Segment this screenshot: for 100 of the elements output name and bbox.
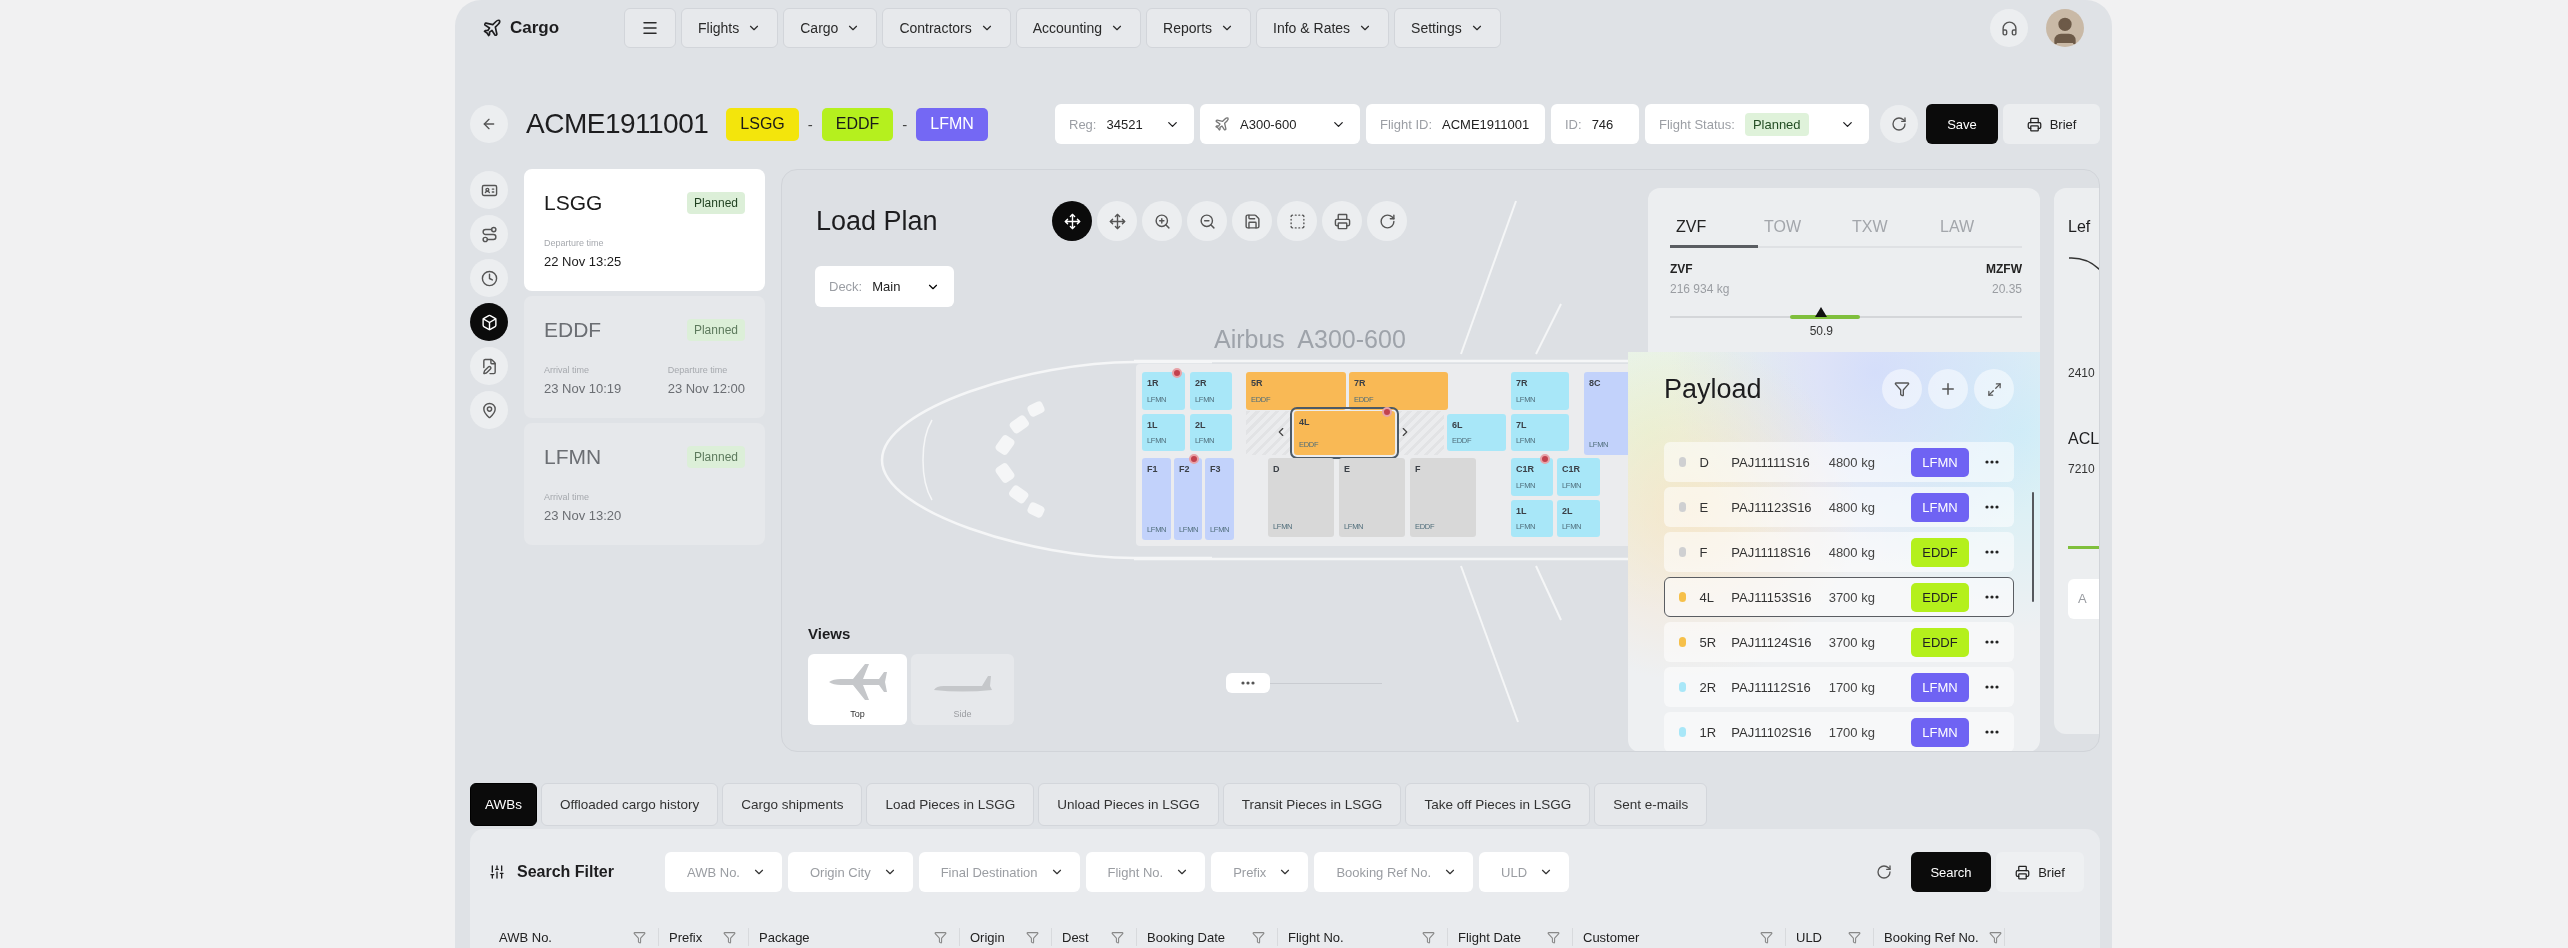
filter-icon[interactable]	[633, 930, 646, 944]
filter-icon[interactable]	[1988, 930, 2002, 944]
column-header: Dest	[1062, 929, 1089, 945]
support-button[interactable]	[1990, 9, 2028, 47]
tab[interactable]: AWBs	[470, 783, 537, 826]
sidebar-tool-button[interactable]	[470, 171, 508, 209]
deck-select[interactable]: Deck: Main	[815, 266, 954, 307]
uld-label: F	[1415, 464, 1422, 474]
more-button[interactable]	[1985, 505, 1999, 509]
filter-icon[interactable]	[1111, 930, 1124, 944]
position-label: 1R	[1699, 724, 1718, 740]
flight-status-select[interactable]: Flight Status: Planned	[1645, 104, 1869, 144]
tab[interactable]: Load Pieces in LSGG	[866, 783, 1035, 826]
panel-title: Lef	[2068, 218, 2092, 236]
registration-select[interactable]: Reg: 34521	[1055, 104, 1194, 144]
payload-row[interactable]: F PAJ11118S16 4800 kg EDDF	[1664, 532, 2014, 572]
tab[interactable]: Unload Pieces in LSGG	[1038, 783, 1219, 826]
nav-menu-item[interactable]: Contractors	[882, 8, 1011, 48]
more-button[interactable]	[1985, 595, 1999, 599]
load-plan-tool-button[interactable]	[1097, 201, 1137, 241]
filter-icon[interactable]	[1848, 930, 1861, 944]
search-button[interactable]: Search	[1911, 852, 1991, 892]
nav-menu-item[interactable]: Reports	[1146, 8, 1252, 48]
flight-id-field[interactable]: ID: 746	[1551, 104, 1639, 144]
payload-row[interactable]: 2R PAJ11112S16 1700 kg LFMN	[1664, 667, 2014, 707]
tab[interactable]: Sent e-mails	[1594, 783, 1708, 826]
time-label: Departure time	[667, 365, 729, 375]
view-option[interactable]: Top	[808, 654, 907, 725]
filter-icon[interactable]	[934, 930, 947, 944]
tab[interactable]: Offloaded cargo history	[541, 783, 719, 826]
uld-id: PAJ11118S16	[1731, 544, 1812, 560]
zoom-out-icon	[1198, 212, 1216, 230]
sidebar-tool-button[interactable]	[470, 215, 508, 253]
filter-button[interactable]	[1882, 369, 1922, 409]
more-button[interactable]	[1985, 685, 1999, 689]
column-header: Package	[759, 929, 810, 945]
flight-id-field[interactable]: Flight ID: ACME1911001	[1366, 104, 1545, 144]
tab[interactable]: Take off Pieces in LSGG	[1405, 783, 1591, 826]
uld-id: PAJ11111S16	[1731, 454, 1811, 470]
add-button[interactable]	[1928, 369, 1968, 409]
scrollbar[interactable]	[2032, 492, 2034, 602]
brief-button[interactable]: Brief	[1996, 852, 2084, 892]
payload-row[interactable]: 4L PAJ11153S16 3700 kg EDDF	[1664, 577, 2014, 617]
more-icon	[1985, 595, 1999, 599]
more-button[interactable]	[1985, 550, 1999, 554]
brief-button[interactable]: Brief	[2003, 104, 2100, 144]
balance-marker[interactable]	[1815, 307, 1828, 317]
uld-label: 4L	[1299, 417, 1311, 427]
destination-badge: LFMN	[1911, 447, 1969, 477]
tab[interactable]: Cargo shipments	[722, 783, 863, 826]
weight-tab[interactable]: ZVF	[1670, 208, 1758, 248]
flight-number: ACME1911001	[526, 108, 709, 140]
filter-icon[interactable]	[1422, 930, 1435, 944]
nav-menu-item[interactable]: Accounting	[1015, 8, 1141, 48]
column-header: Customer	[1583, 929, 1640, 945]
position-label: E	[1699, 499, 1710, 515]
menu-button[interactable]	[624, 8, 676, 48]
filter-icon[interactable]	[1026, 930, 1039, 944]
back-button[interactable]	[470, 105, 508, 143]
more-button[interactable]	[1985, 460, 1999, 464]
expand-button[interactable]	[1974, 369, 2014, 409]
payload-row[interactable]: 5R PAJ11124S16 3700 kg EDDF	[1664, 622, 2014, 662]
print-icon	[1333, 212, 1351, 230]
tab[interactable]: Transit Pieces in LSGG	[1222, 783, 1402, 826]
uld-id: PAJ11124S16	[1731, 634, 1813, 650]
route-icon	[480, 225, 498, 243]
nav-menu-item[interactable]: Settings	[1394, 8, 1501, 48]
status-badge: Planned	[686, 192, 745, 214]
filter-icon[interactable]	[1760, 930, 1773, 944]
slider-handle[interactable]	[1226, 673, 1270, 693]
nav-menu-item[interactable]: Info & Rates	[1256, 8, 1390, 48]
more-button[interactable]	[1985, 640, 1999, 644]
uld-label: F3	[1210, 464, 1222, 474]
load-plan-tool-button[interactable]	[1052, 201, 1092, 241]
box-icon	[480, 313, 498, 331]
stop-card[interactable]: LSGG Planned Departure time 22 Nov 13:25	[524, 169, 765, 291]
filter-icon[interactable]	[1252, 930, 1265, 944]
route-separator: -	[807, 115, 813, 133]
destination-badge: LFMN	[1911, 492, 1969, 522]
payload-row[interactable]: D PAJ11111S16 4800 kg LFMN	[1664, 442, 2014, 482]
status-badge: Planned	[686, 446, 745, 468]
uld-label: 2R	[1195, 378, 1208, 388]
filter-icon[interactable]	[1547, 930, 1560, 944]
load-plan-tool-button[interactable]	[1322, 201, 1362, 241]
user-avatar[interactable]	[2046, 9, 2084, 47]
aircraft-select[interactable]: A300-600	[1200, 104, 1360, 144]
filter-icon[interactable]	[723, 930, 736, 944]
payload-row[interactable]: E PAJ11123S16 4800 kg LFMN	[1664, 487, 2014, 527]
plane-icon	[1214, 116, 1230, 132]
more-button[interactable]	[1985, 730, 1999, 734]
nav-menu-item[interactable]: Cargo	[783, 8, 878, 48]
refresh-button[interactable]	[1880, 105, 1918, 143]
sidebar-tool-button[interactable]	[470, 303, 508, 341]
nav-menu-item[interactable]: Flights	[681, 8, 779, 48]
column-header: Booking Date	[1147, 929, 1226, 945]
column-header: Prefix	[669, 929, 703, 945]
app-name: Cargo	[510, 18, 560, 38]
save-button[interactable]: Save	[1926, 104, 1998, 144]
payload-row[interactable]: 1R PAJ11102S16 1700 kg LFMN	[1664, 712, 2014, 751]
uld-label: C1R	[1516, 464, 1535, 474]
